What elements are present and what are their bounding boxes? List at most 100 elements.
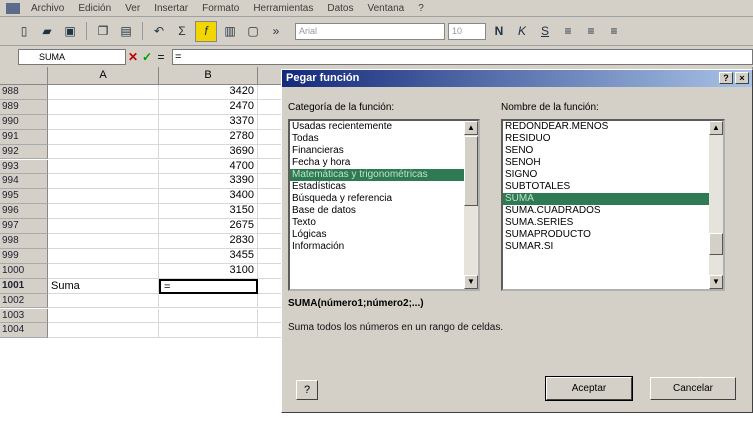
cell-a[interactable]: [48, 248, 159, 264]
category-item[interactable]: Todas: [290, 133, 478, 145]
cell-a[interactable]: [48, 114, 159, 130]
edit-formula-icon[interactable]: =: [154, 50, 168, 64]
row-header[interactable]: 999: [0, 248, 48, 264]
scroll-down-icon[interactable]: ▼: [464, 275, 478, 289]
menu-ayuda[interactable]: ?: [411, 3, 431, 14]
cell-b[interactable]: 3455: [159, 248, 258, 264]
category-item[interactable]: Información: [290, 241, 478, 253]
cell-a[interactable]: [48, 174, 159, 190]
cell-b[interactable]: 3690: [159, 144, 258, 160]
office-assistant-button[interactable]: ?: [296, 380, 318, 400]
toolbar-more-icon[interactable]: »: [266, 22, 286, 41]
menu-edicion[interactable]: Edición: [71, 3, 118, 14]
function-item[interactable]: RESIDUO: [503, 133, 723, 145]
function-item[interactable]: SUMA: [503, 193, 723, 205]
category-scrollbar[interactable]: ▲ ▼: [464, 121, 478, 289]
scroll-up-icon[interactable]: ▲: [464, 121, 478, 135]
row-header[interactable]: 993: [0, 159, 48, 175]
category-item[interactable]: Texto: [290, 217, 478, 229]
cell-b[interactable]: 3100: [159, 263, 258, 279]
category-item[interactable]: Estadísticas: [290, 181, 478, 193]
cell-a[interactable]: [48, 144, 159, 160]
ok-button[interactable]: Aceptar: [545, 376, 633, 401]
cell-a[interactable]: [48, 189, 159, 205]
column-header-b[interactable]: B: [159, 67, 258, 85]
row-header[interactable]: 997: [0, 219, 48, 234]
autosum-icon[interactable]: Σ: [172, 22, 192, 41]
enter-formula-icon[interactable]: ✓: [140, 50, 154, 64]
row-header[interactable]: 1002: [0, 293, 48, 309]
cell-b[interactable]: [159, 308, 258, 324]
bold-icon[interactable]: N: [489, 22, 509, 41]
close-icon[interactable]: ×: [735, 72, 749, 84]
row-header[interactable]: 990: [0, 114, 48, 130]
cell-a[interactable]: [48, 204, 159, 220]
cell-b[interactable]: 4700: [159, 159, 258, 175]
scroll-thumb[interactable]: [709, 233, 723, 255]
font-name-box[interactable]: Arial: [295, 22, 445, 40]
excel-app-icon[interactable]: [6, 2, 20, 14]
function-listbox[interactable]: REDONDEAR.MENOS RESIDUO SENO SENOH SIGNO SUBT…: [501, 119, 725, 291]
row-header[interactable]: 995: [0, 189, 48, 205]
function-item[interactable]: SUMAR.SI: [503, 241, 723, 253]
formula-input[interactable]: =: [172, 49, 753, 65]
cancel-formula-icon[interactable]: ✕: [126, 50, 140, 64]
function-item[interactable]: REDONDEAR.MENOS: [503, 121, 723, 133]
chart-wizard-icon[interactable]: ▥: [220, 22, 240, 41]
menu-archivo[interactable]: Archivo: [24, 3, 71, 14]
open-folder-icon[interactable]: ▰: [37, 22, 57, 41]
cell-b[interactable]: 2780: [159, 129, 258, 145]
cell-a[interactable]: [48, 308, 159, 324]
cell-b[interactable]: 3370: [159, 114, 258, 130]
category-item[interactable]: Base de datos: [290, 205, 478, 217]
paste-function-icon[interactable]: f: [195, 20, 217, 42]
align-left-icon[interactable]: ≡: [558, 22, 578, 41]
row-header[interactable]: 996: [0, 204, 48, 220]
cell-a[interactable]: [48, 293, 159, 309]
category-item[interactable]: Matemáticas y trigonométricas: [290, 169, 478, 181]
menu-insertar[interactable]: Insertar: [147, 3, 195, 14]
function-scrollbar[interactable]: ▲ ▼: [709, 121, 723, 289]
cell-a[interactable]: [48, 323, 159, 339]
copy-icon[interactable]: ❐: [93, 22, 113, 41]
row-header[interactable]: 1004: [0, 323, 48, 339]
category-item[interactable]: Financieras: [290, 145, 478, 157]
align-center-icon[interactable]: ≡: [581, 22, 601, 41]
cell-b[interactable]: [159, 323, 258, 339]
help-icon[interactable]: ?: [719, 72, 733, 84]
cell-b[interactable]: 2675: [159, 219, 258, 234]
menu-ver[interactable]: Ver: [118, 3, 147, 14]
undo-icon[interactable]: ↶: [149, 22, 169, 41]
cell-a[interactable]: [48, 85, 159, 100]
new-file-icon[interactable]: ▯: [14, 22, 34, 41]
select-all-corner[interactable]: [0, 67, 48, 85]
paste-icon[interactable]: ▤: [116, 22, 136, 41]
column-header-a[interactable]: A: [48, 67, 159, 85]
menu-ventana[interactable]: Ventana: [360, 3, 411, 14]
cell-a[interactable]: [48, 263, 159, 279]
row-header[interactable]: 1003: [0, 308, 48, 324]
function-item[interactable]: SENOH: [503, 157, 723, 169]
cell-b[interactable]: 3400: [159, 189, 258, 205]
cell-b[interactable]: 3150: [159, 204, 258, 220]
category-item[interactable]: Búsqueda y referencia: [290, 193, 478, 205]
font-size-box[interactable]: 10: [448, 22, 486, 40]
row-header[interactable]: 991: [0, 129, 48, 145]
scroll-down-icon[interactable]: ▼: [709, 275, 723, 289]
scroll-up-icon[interactable]: ▲: [709, 121, 723, 135]
menu-formato[interactable]: Formato: [195, 3, 246, 14]
cell-a[interactable]: [48, 219, 159, 234]
cell-a[interactable]: [48, 99, 159, 115]
row-header[interactable]: 1001: [0, 278, 48, 294]
function-item[interactable]: SUMA.SERIES: [503, 217, 723, 229]
cell-b[interactable]: 3390: [159, 174, 258, 190]
cell-a[interactable]: [48, 159, 159, 175]
category-item[interactable]: Usadas recientemente: [290, 121, 478, 133]
row-header[interactable]: 992: [0, 144, 48, 160]
cell-b[interactable]: 2830: [159, 234, 258, 249]
category-listbox[interactable]: Usadas recientemente Todas Financieras Fech…: [288, 119, 480, 291]
name-box[interactable]: SUMA: [18, 49, 126, 65]
cancel-button[interactable]: Cancelar: [650, 377, 736, 400]
menu-datos[interactable]: Datos: [320, 3, 360, 14]
cell-b[interactable]: 3420: [159, 85, 258, 100]
